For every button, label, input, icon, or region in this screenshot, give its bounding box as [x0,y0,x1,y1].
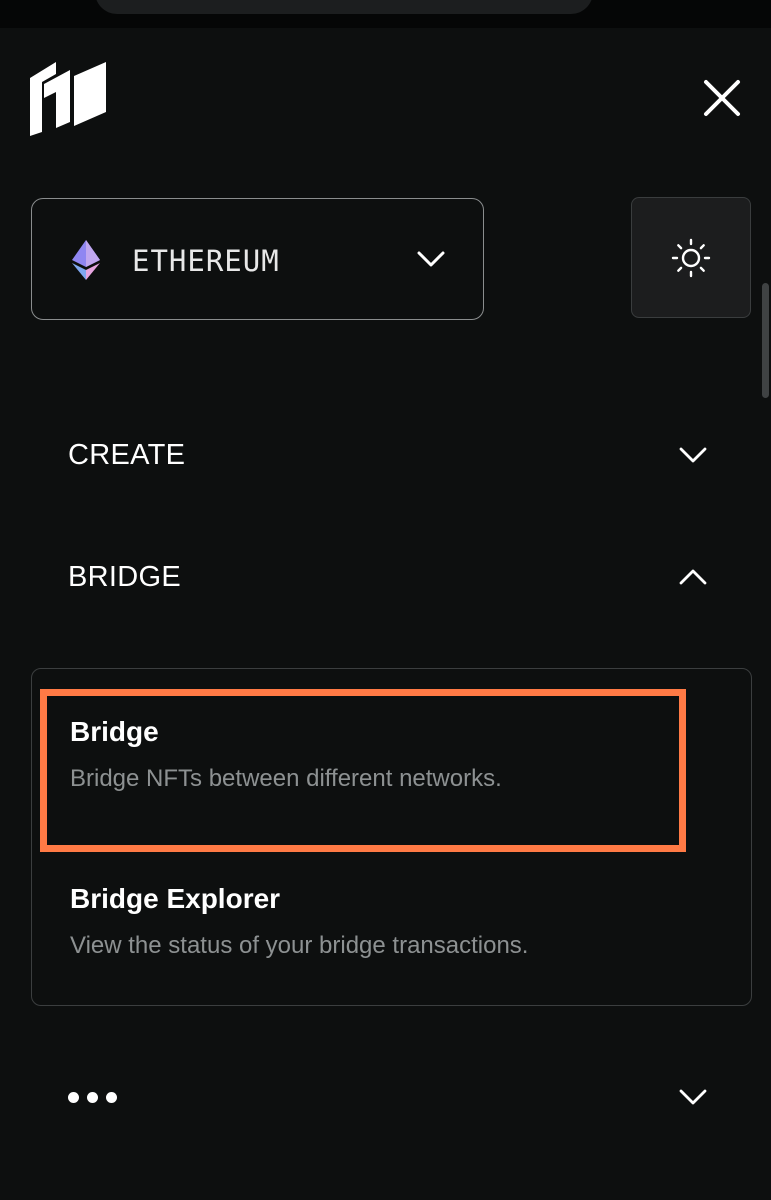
more-dots-icon [68,1087,117,1107]
submenu-item-description: View the status of your bridge transacti… [70,932,529,959]
menu-section-create[interactable]: CREATE [68,425,708,485]
submenu-item-description: Bridge NFTs between different networks. [70,765,502,792]
submenu-item-bridge[interactable]: Bridge Bridge NFTs between different net… [70,715,502,795]
chevron-up-icon [679,569,707,585]
submenu-item-title: Bridge [70,716,159,747]
brand-logo-icon[interactable] [30,62,106,136]
chevron-down-icon [417,251,445,267]
menu-section-label: CREATE [68,438,186,471]
close-icon[interactable] [703,79,741,117]
url-bar[interactable] [95,0,593,14]
theme-toggle-button[interactable] [631,197,751,318]
status-bar-area [0,0,771,28]
close-button[interactable] [700,76,744,120]
menu-section-bridge[interactable]: BRIDGE [68,547,708,607]
chevron-down-icon [679,1089,707,1105]
bridge-submenu: Bridge Bridge NFTs between different net… [31,668,752,1006]
network-selector-label: ETHEREUM [132,244,280,278]
submenu-item-bridge-explorer[interactable]: Bridge Explorer View the status of your … [70,882,528,962]
submenu-item-title: Bridge Explorer [70,883,281,914]
chevron-down-icon [679,447,707,463]
menu-section-label: BRIDGE [68,560,181,593]
scrollbar[interactable] [762,283,769,398]
menu-section-more[interactable] [68,1067,708,1127]
sun-icon [671,238,711,277]
ethereum-icon [72,240,100,280]
